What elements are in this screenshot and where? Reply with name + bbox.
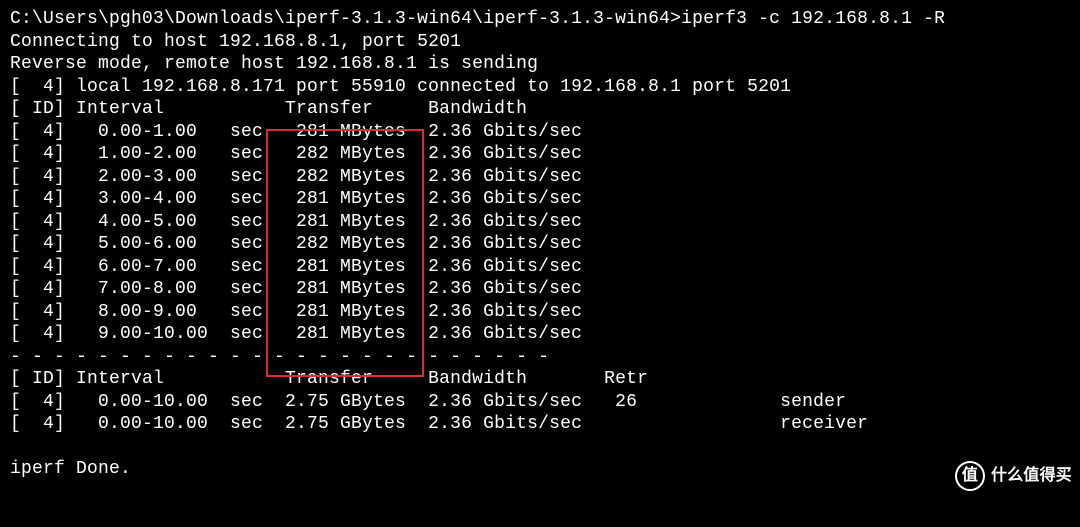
interval-row: [ 4] 4.00-5.00 sec 281 MBytes 2.36 Gbits… [10,211,1070,234]
watermark: 值 什么值得买 [955,461,1072,491]
reverse-mode-line: Reverse mode, remote host 192.168.8.1 is… [10,53,1070,76]
connecting-line: Connecting to host 192.168.8.1, port 520… [10,31,1070,54]
local-connection-line: [ 4] local 192.168.8.171 port 55910 conn… [10,76,1070,99]
interval-row: [ 4] 3.00-4.00 sec 281 MBytes 2.36 Gbits… [10,188,1070,211]
interval-row: [ 4] 7.00-8.00 sec 281 MBytes 2.36 Gbits… [10,278,1070,301]
terminal-output: C:\Users\pgh03\Downloads\iperf-3.1.3-win… [10,8,1070,481]
interval-row: [ 4] 8.00-9.00 sec 281 MBytes 2.36 Gbits… [10,301,1070,324]
summary-sender-row: [ 4] 0.00-10.00 sec 2.75 GBytes 2.36 Gbi… [10,391,1070,414]
interval-row: [ 4] 0.00-1.00 sec 281 MBytes 2.36 Gbits… [10,121,1070,144]
summary-receiver-row: [ 4] 0.00-10.00 sec 2.75 GBytes 2.36 Gbi… [10,413,1070,436]
separator-dashes: - - - - - - - - - - - - - - - - - - - - … [10,346,1070,369]
interval-row: [ 4] 2.00-3.00 sec 282 MBytes 2.36 Gbits… [10,166,1070,189]
interval-row: [ 4] 5.00-6.00 sec 282 MBytes 2.36 Gbits… [10,233,1070,256]
table-header: [ ID] Interval Transfer Bandwidth [10,98,1070,121]
prompt-path: C:\Users\pgh03\Downloads\iperf-3.1.3-win… [10,9,681,29]
watermark-logo-icon: 值 [955,461,985,491]
typed-command[interactable]: iperf3 -c 192.168.8.1 -R [681,9,945,29]
interval-row: [ 4] 6.00-7.00 sec 281 MBytes 2.36 Gbits… [10,256,1070,279]
watermark-text: 什么值得买 [991,466,1072,486]
command-prompt-line: C:\Users\pgh03\Downloads\iperf-3.1.3-win… [10,8,1070,31]
interval-row: [ 4] 1.00-2.00 sec 282 MBytes 2.36 Gbits… [10,143,1070,166]
summary-header: [ ID] Interval Transfer Bandwidth Retr [10,368,1070,391]
blank-line [10,436,1070,459]
interval-row: [ 4] 9.00-10.00 sec 281 MBytes 2.36 Gbit… [10,323,1070,346]
done-line: iperf Done. [10,458,1070,481]
